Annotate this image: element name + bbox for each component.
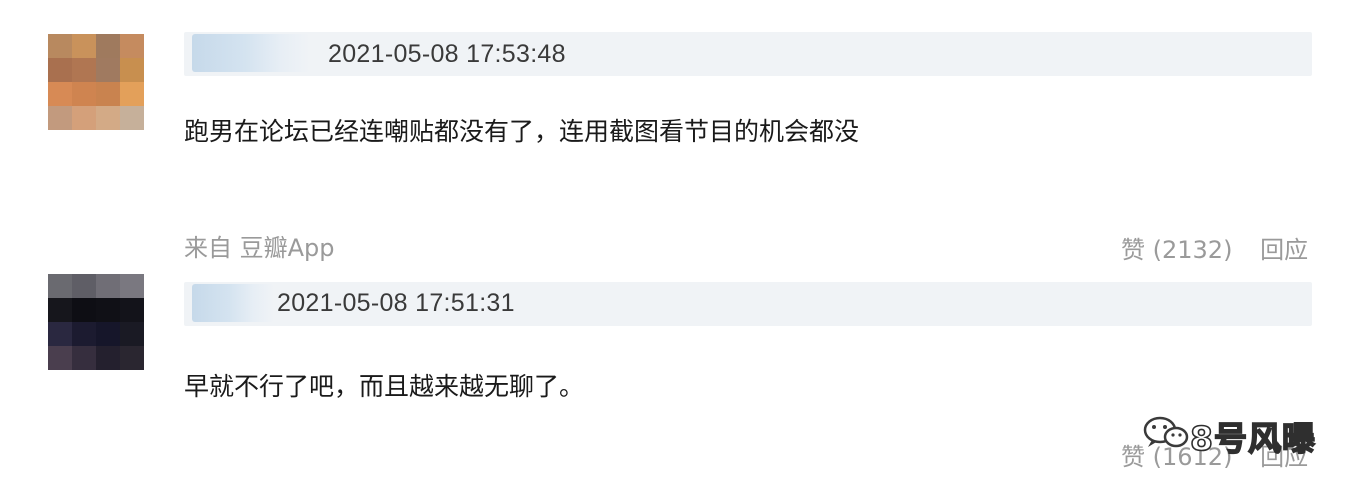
avatar-pixel (120, 34, 144, 58)
avatar-pixel (48, 322, 72, 346)
avatar-pixel (120, 274, 144, 298)
avatar-pixel (72, 82, 96, 106)
watermark-text: 8号风曝 (1189, 418, 1316, 459)
avatar-pixel (120, 346, 144, 370)
avatar-pixel (120, 322, 144, 346)
avatar-pixel (96, 58, 120, 82)
avatar-pixel (48, 274, 72, 298)
avatar-pixel (120, 106, 144, 130)
like-button[interactable]: 赞 (2132) (1121, 236, 1232, 264)
avatar-pixel (72, 34, 96, 58)
avatar[interactable] (48, 274, 144, 370)
avatar-pixel (96, 322, 120, 346)
avatar-pixel (72, 106, 96, 130)
avatar-pixel (48, 82, 72, 106)
timestamp: 2021-05-08 17:51:31 (277, 289, 515, 317)
avatar-pixel (120, 82, 144, 106)
avatar-pixel (96, 106, 120, 130)
avatar-pixel (48, 298, 72, 322)
avatar[interactable] (48, 34, 144, 130)
avatar-pixel (96, 34, 120, 58)
avatar-pixel (48, 346, 72, 370)
avatar-pixel (48, 58, 72, 82)
avatar-pixel (72, 346, 96, 370)
avatar-pixel (48, 34, 72, 58)
avatar-pixel (72, 274, 96, 298)
comment-text: 早就不行了吧，而且越来越无聊了。 (184, 372, 585, 401)
avatar-pixel (96, 274, 120, 298)
avatar-pixel (72, 58, 96, 82)
reply-button[interactable]: 回应 (1260, 236, 1308, 264)
comment-source: 来自 豆瓣App (184, 234, 335, 262)
avatar-pixel (96, 346, 120, 370)
avatar-pixel (96, 82, 120, 106)
avatar-pixel (72, 298, 96, 322)
username[interactable] (192, 284, 274, 322)
comment-actions: 赞 (2132) 回应 (1121, 230, 1308, 265)
avatar-pixel (120, 58, 144, 82)
avatar-pixel (48, 106, 72, 130)
avatar-pixel (96, 298, 120, 322)
timestamp: 2021-05-08 17:53:48 (328, 40, 566, 68)
comment-text: 跑男在论坛已经连嘲贴都没有了，连用截图看节目的机会都没 (184, 117, 860, 146)
username[interactable] (192, 34, 310, 72)
avatar-pixel (120, 298, 144, 322)
wechat-logo-icon (1143, 416, 1189, 448)
avatar-pixel (72, 322, 96, 346)
